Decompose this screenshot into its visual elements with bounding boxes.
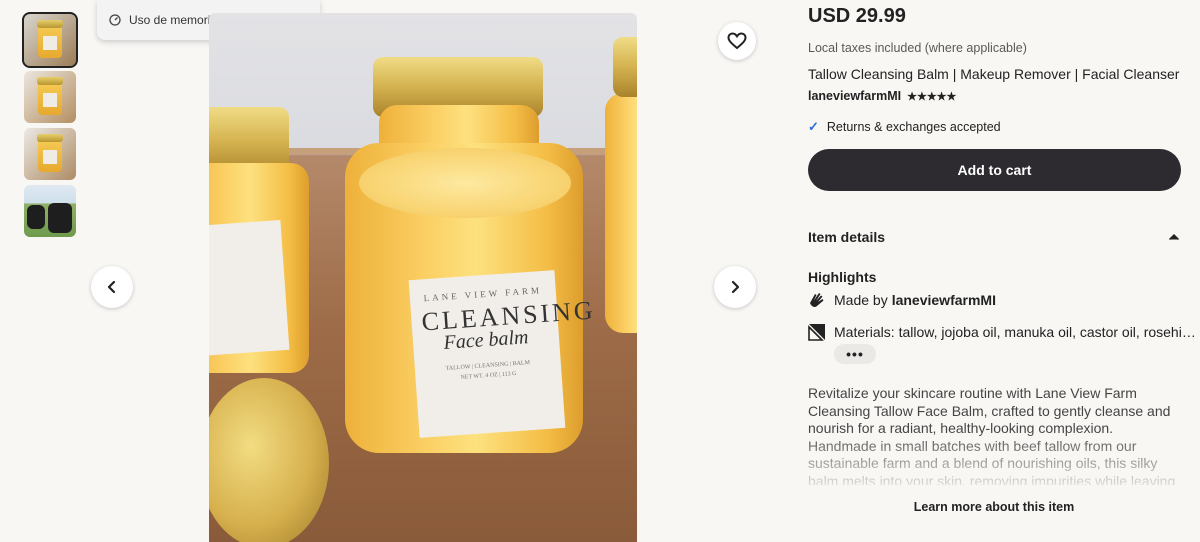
product-title: Tallow Cleansing Balm | Makeup Remover |… [808, 66, 1180, 82]
check-icon: ✓ [808, 119, 819, 134]
next-image-button[interactable] [714, 266, 756, 308]
made-by-prefix: Made by [834, 292, 888, 308]
thumbnail-list [22, 12, 78, 242]
price: USD 29.99 [808, 5, 906, 27]
seller-row: laneviewfarmMI ★★★★★ [808, 89, 956, 103]
jar-label: LANE VIEW FARM CLEANSING Face balm TALLO… [408, 270, 597, 438]
chevron-up-icon [1168, 233, 1180, 241]
learn-more-link[interactable]: Learn more about this item [808, 500, 1180, 514]
thumbnail-1[interactable] [22, 12, 78, 68]
heart-icon [727, 32, 747, 50]
materials-text: Materials: tallow, jojoba oil, manuka oi… [834, 324, 1196, 340]
returns-policy: ✓ Returns & exchanges accepted [808, 119, 1001, 135]
seller-link[interactable]: laneviewfarmMI [808, 89, 901, 103]
materials-row: Materials: tallow, jojoba oil, manuka oi… [808, 323, 1196, 341]
highlights-title: Highlights [808, 269, 877, 285]
add-to-cart-button[interactable]: Add to cart [808, 149, 1181, 191]
rating-stars: ★★★★★ [907, 90, 957, 103]
item-details-toggle[interactable]: Item details [808, 229, 1180, 245]
thumbnail-4[interactable] [24, 185, 76, 237]
item-description: Revitalize your skincare routine with La… [808, 385, 1176, 485]
item-details-header: Item details [808, 229, 886, 245]
taxes-note: Local taxes included (where applicable) [808, 41, 1027, 55]
returns-text: Returns & exchanges accepted [826, 120, 1001, 134]
more-highlights-button[interactable]: ••• [834, 344, 876, 364]
gauge-icon [109, 14, 121, 26]
made-by-seller: laneviewfarmMI [891, 292, 996, 308]
favorite-button[interactable] [718, 22, 756, 60]
loose-lid [209, 378, 329, 542]
hand-icon [810, 293, 824, 307]
main-product-image: LANE VIEW FARM CLEANSING Face balm TALLO… [209, 13, 637, 542]
materials-icon [808, 324, 825, 341]
chevron-left-icon [107, 280, 116, 294]
chevron-right-icon [731, 280, 740, 294]
previous-image-button[interactable] [91, 266, 133, 308]
thumbnail-2[interactable] [24, 71, 76, 123]
made-by-row: Made by laneviewfarmMI [808, 291, 996, 309]
thumbnail-3[interactable] [24, 128, 76, 180]
